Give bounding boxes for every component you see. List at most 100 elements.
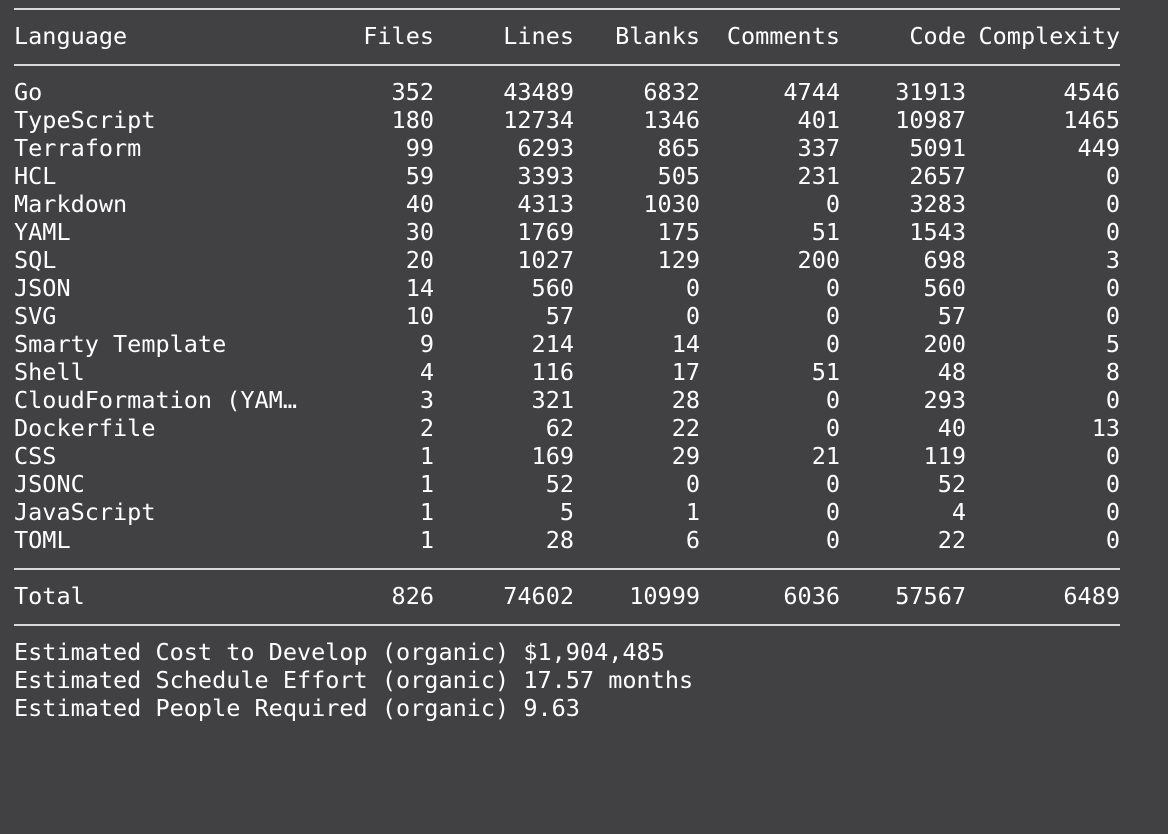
cell-code: 560: [923, 274, 966, 302]
cell-comments: 0: [825, 470, 840, 498]
cell-code: 2657: [909, 162, 966, 190]
cell-complexity: 5: [1105, 330, 1120, 358]
estimated-schedule-line: Estimated Schedule Effort (organic) 17.5…: [14, 666, 694, 694]
cell-complexity: 13: [1091, 414, 1120, 442]
cell-lines: 116: [531, 358, 574, 386]
cell-lines: 321: [531, 386, 574, 414]
total-blanks: 10999: [629, 582, 700, 610]
cell-comments: 0: [825, 274, 840, 302]
cell-lines: 6293: [517, 134, 574, 162]
cell-files: 59: [405, 162, 434, 190]
table-row: Shell 4 116 17 51 48 8: [14, 358, 1120, 386]
cell-lines: 4313: [517, 190, 574, 218]
table-row: TOML 1 28 6 0 22 0: [14, 526, 1120, 554]
cell-code: 293: [923, 386, 966, 414]
cell-files: 1: [419, 470, 434, 498]
cell-comments: 51: [811, 218, 840, 246]
cell-comments: 4744: [783, 78, 840, 106]
cell-blanks: 29: [671, 442, 700, 470]
cell-code: 4: [951, 498, 966, 526]
cell-language: YAML: [14, 218, 71, 246]
cell-code: 698: [923, 246, 966, 274]
cell-blanks: 175: [657, 218, 700, 246]
cell-comments: 0: [825, 414, 840, 442]
cell-language: CSS: [14, 442, 57, 470]
cell-language: JSONC: [14, 470, 85, 498]
cell-blanks: 22: [671, 414, 700, 442]
total-row: Total 826 74602 10999 6036 57567 6489: [14, 582, 1120, 610]
table-row: CloudFormation (YAM… 3 321 28 0 293 0: [14, 386, 1120, 414]
cell-files: 1: [419, 442, 434, 470]
cell-lines: 1769: [517, 218, 574, 246]
cell-files: 1: [419, 526, 434, 554]
cell-lines: 214: [531, 330, 574, 358]
cell-lines: 3393: [517, 162, 574, 190]
cell-language: TOML: [14, 526, 71, 554]
total-files: 826: [391, 582, 434, 610]
table-row: JavaScript 1 5 1 0 4 0: [14, 498, 1120, 526]
cell-comments: 0: [825, 386, 840, 414]
cell-blanks: 865: [657, 134, 700, 162]
header-blanks: Blanks: [615, 22, 700, 50]
table-row: Smarty Template 9 214 14 0 200 5: [14, 330, 1120, 358]
table-row: Markdown 40 4313 1030 0 3283 0: [14, 190, 1120, 218]
header-rule: [14, 64, 1120, 66]
cell-lines: 57: [545, 302, 574, 330]
cell-files: 40: [405, 190, 434, 218]
cell-files: 20: [405, 246, 434, 274]
cell-complexity: 0: [1105, 162, 1120, 190]
cell-complexity: 0: [1105, 274, 1120, 302]
cell-language: Dockerfile: [14, 414, 156, 442]
cell-language: Shell: [14, 358, 85, 386]
cell-complexity: 0: [1105, 302, 1120, 330]
cell-complexity: 0: [1105, 190, 1120, 218]
cell-complexity: 4546: [1063, 78, 1120, 106]
cell-blanks: 1: [685, 498, 700, 526]
cell-language: Terraform: [14, 134, 142, 162]
cell-language: SVG: [14, 302, 57, 330]
cell-comments: 0: [825, 526, 840, 554]
cell-files: 180: [391, 106, 434, 134]
total-complexity: 6489: [1063, 582, 1120, 610]
cell-complexity: 449: [1077, 134, 1120, 162]
cell-complexity: 0: [1105, 526, 1120, 554]
cell-code: 5091: [909, 134, 966, 162]
header-files: Files: [363, 22, 434, 50]
table-row: Terraform 99 6293 865 337 5091 449: [14, 134, 1120, 162]
cell-lines: 1027: [517, 246, 574, 274]
cell-language: Smarty Template: [14, 330, 227, 358]
cell-files: 2: [419, 414, 434, 442]
cell-lines: 52: [545, 470, 574, 498]
cell-code: 1543: [909, 218, 966, 246]
cell-complexity: 3: [1105, 246, 1120, 274]
cell-code: 48: [937, 358, 966, 386]
cell-complexity: 0: [1105, 470, 1120, 498]
cell-code: 57: [937, 302, 966, 330]
total-language: Total: [14, 582, 85, 610]
table-row: CSS 1 169 29 21 119 0: [14, 442, 1120, 470]
estimated-cost-line: Estimated Cost to Develop (organic) $1,9…: [14, 638, 665, 666]
cell-code: 22: [937, 526, 966, 554]
cell-lines: 5: [559, 498, 574, 526]
header-code: Code: [909, 22, 966, 50]
cell-comments: 231: [797, 162, 840, 190]
cell-language: JSON: [14, 274, 71, 302]
table-top-rule: [14, 8, 1120, 10]
cell-lines: 560: [531, 274, 574, 302]
cell-files: 1: [419, 498, 434, 526]
table-row: JSON 14 560 0 0 560 0: [14, 274, 1120, 302]
header-language: Language: [14, 22, 128, 50]
total-top-rule: [14, 568, 1120, 570]
cell-files: 10: [405, 302, 434, 330]
cell-code: 52: [937, 470, 966, 498]
total-code: 57567: [895, 582, 966, 610]
cell-blanks: 0: [685, 274, 700, 302]
cell-blanks: 1346: [643, 106, 700, 134]
cell-comments: 401: [797, 106, 840, 134]
cell-code: 31913: [895, 78, 966, 106]
total-lines: 74602: [503, 582, 574, 610]
cell-blanks: 1030: [643, 190, 700, 218]
cell-complexity: 0: [1105, 442, 1120, 470]
cell-code: 10987: [895, 106, 966, 134]
cell-blanks: 0: [685, 302, 700, 330]
